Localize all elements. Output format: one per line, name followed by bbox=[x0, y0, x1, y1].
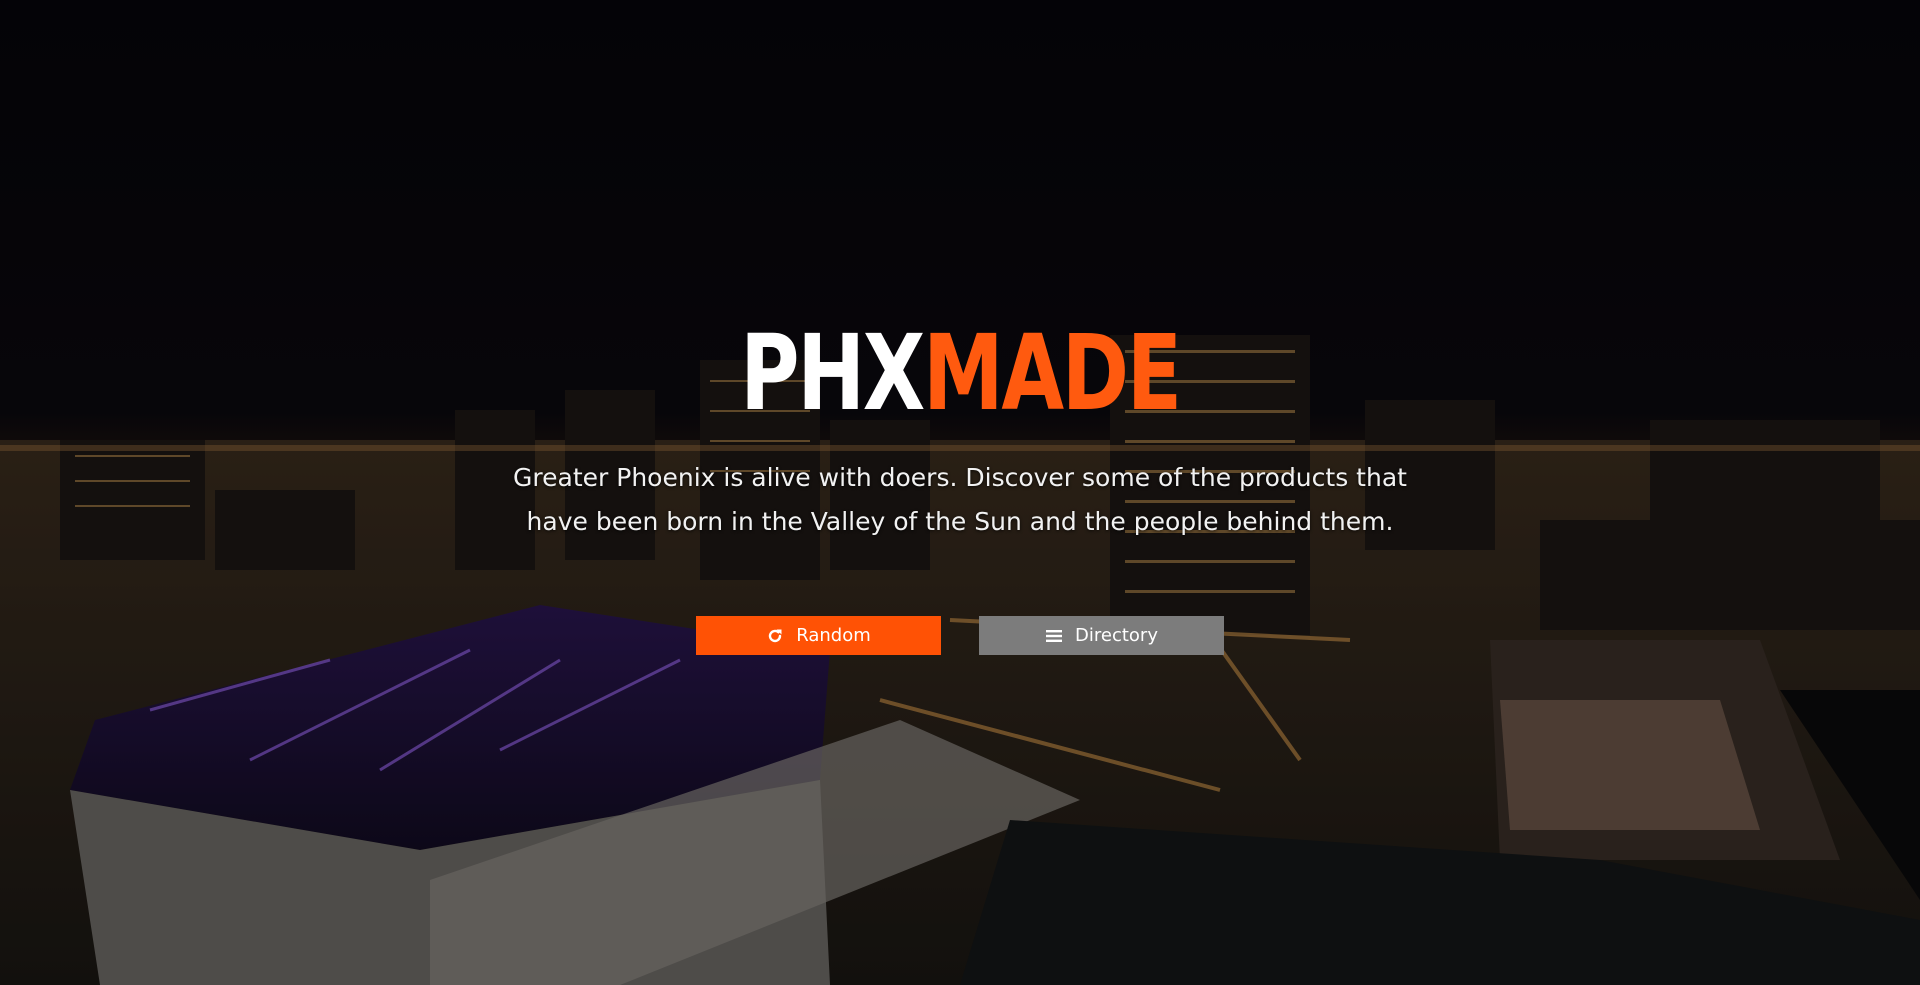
directory-button[interactable]: Directory bbox=[979, 616, 1224, 655]
tagline-line-1: Greater Phoenix is alive with doers. Dis… bbox=[513, 463, 1407, 492]
random-button[interactable]: Random bbox=[696, 616, 941, 655]
tagline-line-2: have been born in the Valley of the Sun … bbox=[526, 507, 1394, 536]
hero-section: PHXMADE Greater Phoenix is alive with do… bbox=[0, 0, 1920, 985]
refresh-icon bbox=[766, 627, 784, 645]
logo-text-made: MADE bbox=[922, 312, 1182, 434]
random-button-label: Random bbox=[796, 625, 871, 646]
list-icon bbox=[1045, 627, 1063, 645]
directory-button-label: Directory bbox=[1075, 625, 1158, 646]
hero-tagline: Greater Phoenix is alive with doers. Dis… bbox=[460, 456, 1460, 544]
logo-text-phx: PHX bbox=[740, 312, 925, 434]
site-logo[interactable]: PHXMADE bbox=[211, 318, 1709, 428]
